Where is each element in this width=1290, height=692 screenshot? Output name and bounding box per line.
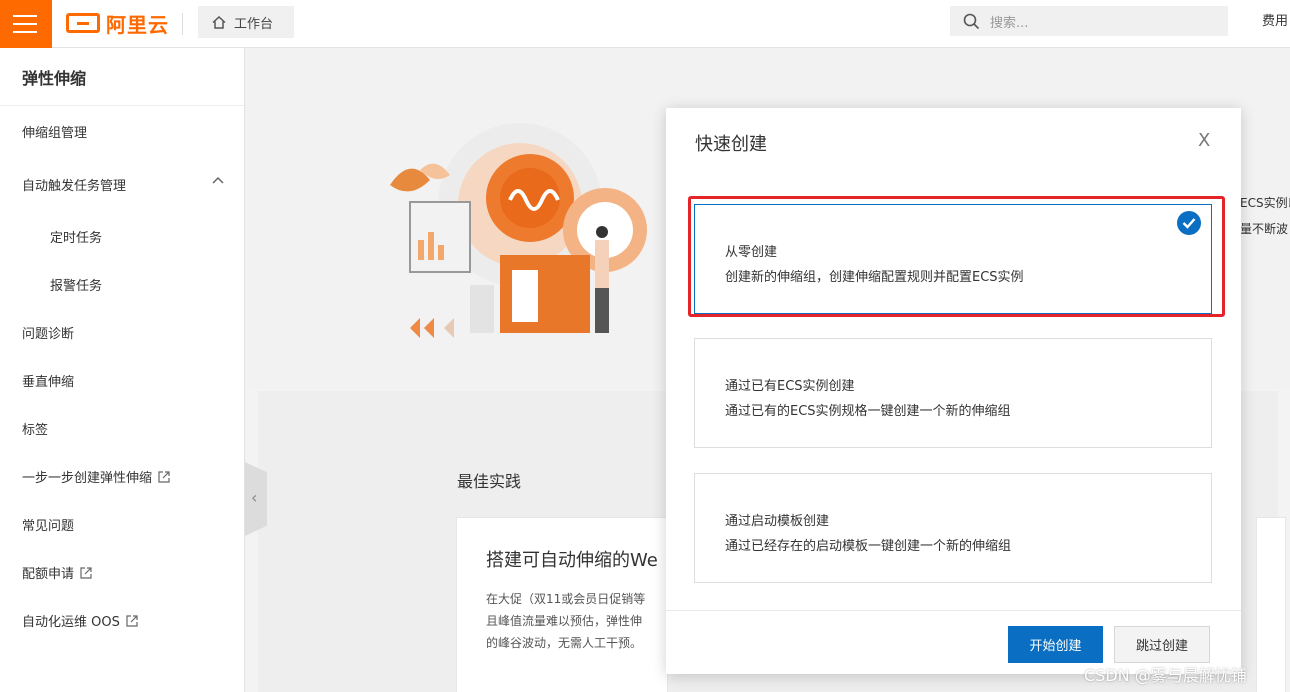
sidebar-item-faq[interactable]: 常见问题 <box>22 515 74 534</box>
sidebar-collapse-button[interactable]: ‹ <box>245 462 267 536</box>
option-description: 通过已有的ECS实例规格一键创建一个新的伸缩组 <box>725 404 1011 419</box>
external-link-icon <box>158 470 170 483</box>
top-bar: 阿里云 工作台 搜索... 费用 <box>0 0 1290 48</box>
header-divider <box>182 13 183 35</box>
chevron-left-icon: ‹ <box>251 488 258 507</box>
skip-create-button[interactable]: 跳过创建 <box>1114 626 1210 663</box>
hero-description-line: 量不断波 <box>1240 222 1289 236</box>
sidebar-item-alarm-tasks[interactable]: 报警任务 <box>50 275 102 294</box>
start-create-button[interactable]: 开始创建 <box>1008 626 1103 663</box>
workbench-label: 工作台 <box>234 16 274 32</box>
card-title: 搭建可自动伸缩的We <box>486 550 658 571</box>
search-icon <box>963 13 980 29</box>
menu-icon[interactable] <box>0 0 52 48</box>
option-title: 从零创建 <box>725 245 778 260</box>
sidebar-item-scheduled-tasks[interactable]: 定时任务 <box>50 227 102 246</box>
quick-create-modal: 快速创建 X 从零创建 创建新的伸缩组，创建伸缩配置规则并配置ECS实例 通过已… <box>666 108 1241 674</box>
sidebar-title: 弹性伸缩 <box>0 48 244 106</box>
card-description-line: 的峰谷波动，无需人工干预。 <box>486 636 643 650</box>
option-description: 通过已经存在的启动模板一键创建一个新的伸缩组 <box>725 539 1012 554</box>
search-input[interactable]: 搜索... <box>950 6 1228 36</box>
external-link-icon <box>126 614 138 627</box>
card-description: 在大促（双11或会员日促销等 且峰值流量难以预估，弹性伸 的峰谷波动，无需人工干… <box>486 588 666 654</box>
search-placeholder: 搜索... <box>990 15 1029 31</box>
sidebar-item-vertical-scaling[interactable]: 垂直伸缩 <box>22 371 74 390</box>
close-icon[interactable]: X <box>1198 130 1210 151</box>
external-link-icon <box>80 566 92 579</box>
option-description: 创建新的伸缩组，创建伸缩配置规则并配置ECS实例 <box>725 270 1024 285</box>
best-practice-title: 最佳实践 <box>457 472 522 491</box>
card-description-line: 且峰值流量难以预估，弹性伸 <box>486 614 643 628</box>
sidebar-item-label: 配额申请 <box>22 567 75 582</box>
sidebar-item-tags[interactable]: 标签 <box>22 419 48 438</box>
modal-title: 快速创建 <box>695 134 767 155</box>
sidebar-item-label: 自动化运维 OOS <box>22 615 120 630</box>
sidebar-item-label: 一步一步创建弹性伸缩 <box>22 471 153 486</box>
fee-link[interactable]: 费用 <box>1262 10 1288 29</box>
watermark: CSDN @雾与晨解忧铺 <box>1084 666 1247 685</box>
option-title: 通过已有ECS实例创建 <box>725 379 855 394</box>
sidebar-item-oos[interactable]: 自动化运维 OOS <box>22 611 138 630</box>
aliyun-logo-icon <box>66 13 100 33</box>
sidebar-item-step-by-step[interactable]: 一步一步创建弹性伸缩 <box>22 467 170 486</box>
hero-description: ECS实例以 量不断波 <box>1240 190 1290 242</box>
option-create-from-ecs[interactable]: 通过已有ECS实例创建 通过已有的ECS实例规格一键创建一个新的伸缩组 <box>694 338 1212 448</box>
workbench-button[interactable]: 工作台 <box>198 6 294 38</box>
best-practice-card[interactable] <box>1256 517 1286 692</box>
hero-description-line: ECS实例以 <box>1240 196 1290 210</box>
sidebar-item-diagnosis[interactable]: 问题诊断 <box>22 323 74 342</box>
option-title: 通过启动模板创建 <box>725 514 830 529</box>
sidebar: 弹性伸缩 <box>0 48 245 692</box>
home-icon <box>212 15 226 29</box>
sidebar-item-auto-tasks[interactable]: 自动触发任务管理 <box>22 175 126 194</box>
card-description-line: 在大促（双11或会员日促销等 <box>486 592 646 606</box>
hero-illustration <box>390 123 647 338</box>
option-create-from-scratch[interactable]: 从零创建 创建新的伸缩组，创建伸缩配置规则并配置ECS实例 <box>694 204 1212 314</box>
chevron-up-icon[interactable] <box>212 176 224 184</box>
sidebar-item-scaling-groups[interactable]: 伸缩组管理 <box>22 122 87 141</box>
sidebar-item-quota[interactable]: 配额申请 <box>22 563 92 582</box>
option-create-from-template[interactable]: 通过启动模板创建 通过已经存在的启动模板一键创建一个新的伸缩组 <box>694 473 1212 583</box>
logo-text: 阿里云 <box>106 12 169 37</box>
check-circle-icon <box>1177 211 1201 235</box>
aliyun-logo[interactable]: 阿里云 <box>66 8 169 38</box>
